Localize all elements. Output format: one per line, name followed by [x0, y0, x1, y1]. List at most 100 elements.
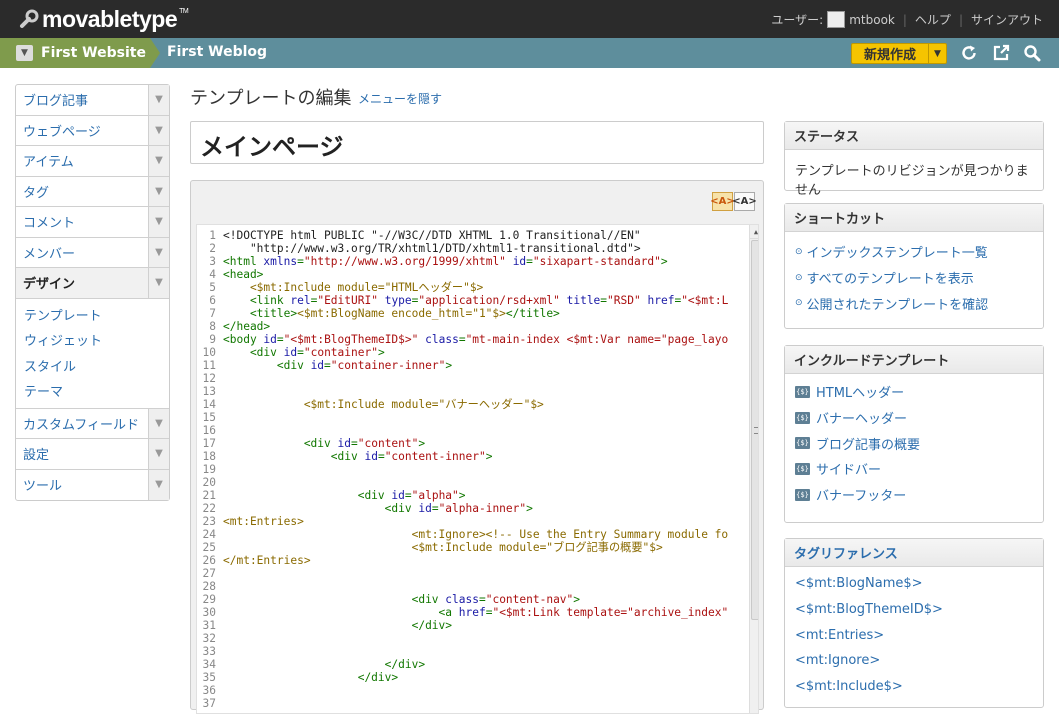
line-number: 21 — [202, 489, 216, 502]
code-token: <div — [223, 593, 446, 606]
scroll-up-icon[interactable]: ▲ — [750, 225, 758, 239]
line-number: 18 — [202, 450, 216, 463]
submenu-item-templates[interactable]: テンプレート — [16, 302, 169, 328]
chevron-down-icon[interactable]: ▼ — [148, 408, 169, 438]
code-line: 16 — [197, 424, 745, 437]
submenu-item-themes[interactable]: テーマ — [16, 378, 169, 404]
help-link[interactable]: ヘルプ — [915, 11, 951, 28]
code-line: 25 <$mt:Include module="ブログ記事の概要"$> — [197, 541, 745, 554]
menu-item-pages[interactable]: ウェブページ ▼ — [16, 115, 169, 146]
menu-label: アイテム — [23, 155, 74, 171]
side-menu: ブログ記事 ▼ ウェブページ ▼ アイテム ▼ タグ ▼ コメント ▼ メンバー ▼ デザイ… — [15, 84, 170, 501]
syntax-highlight-on-button[interactable]: <A> — [710, 192, 735, 211]
syntax-highlight-off-button[interactable]: <A> — [732, 192, 757, 211]
include-template-link[interactable]: {$} サイドバー — [795, 456, 1033, 482]
shortcut-link[interactable]: ⊙ インデックステンプレート一覧 — [795, 239, 1033, 265]
include-template-link[interactable]: {$} バナーヘッダー — [795, 405, 1033, 431]
template-name-input[interactable]: メインページ — [190, 121, 764, 164]
hide-menu-link[interactable]: メニューを隠す — [358, 90, 442, 107]
menu-item-settings[interactable]: 設定 ▼ — [16, 439, 169, 470]
search-icon[interactable] — [1023, 44, 1041, 62]
shortcut-label: 公開されたテンプレートを確認 — [806, 297, 989, 313]
tag-link[interactable]: <mt:Entries> — [795, 622, 1033, 648]
tag-link[interactable]: <$mt:Include$> — [795, 674, 1033, 700]
code-area[interactable]: 1 <!DOCTYPE html PUBLIC "-//W3C//DTD XHTM… — [196, 224, 759, 714]
include-label: バナーヘッダー — [816, 412, 908, 428]
menu-label: ブログ記事 — [23, 94, 89, 110]
menu-item-comments[interactable]: コメント ▼ — [16, 207, 169, 238]
tag-link[interactable]: <$mt:BlogThemeID$> — [795, 597, 1033, 623]
code-token: "content-nav" — [485, 593, 574, 606]
line-number: 16 — [202, 424, 216, 437]
chevron-down-icon[interactable]: ▼ — [148, 439, 169, 469]
username-link[interactable]: mtbook — [849, 13, 895, 27]
code-token: id — [391, 489, 405, 502]
signout-link[interactable]: サインアウト — [971, 11, 1043, 28]
code-token: = — [324, 359, 331, 372]
code-token: "EditURI" — [317, 294, 378, 307]
status-text: テンプレートのリビジョンが見つかりません — [795, 164, 1029, 198]
menu-item-custom-fields[interactable]: カスタムフィールド ▼ — [16, 408, 169, 439]
chevron-down-icon[interactable]: ▼ — [16, 45, 33, 61]
line-number: 3 — [209, 255, 216, 268]
menu-item-tools[interactable]: ツール ▼ — [16, 469, 169, 500]
line-number: 35 — [202, 671, 216, 684]
code-editor: <A> <A> 1 <!DOCTYPE html PUBLIC "-//W3C//… — [190, 180, 764, 714]
submenu-item-styles[interactable]: スタイル — [16, 353, 169, 379]
chevron-down-icon[interactable]: ▼ — [148, 268, 169, 298]
blog-name[interactable]: First Weblog — [167, 44, 267, 60]
shortcut-link[interactable]: ⊙ すべてのテンプレートを表示 — [795, 265, 1033, 291]
scrollbar-thumb[interactable] — [751, 240, 758, 620]
external-link-icon[interactable] — [992, 44, 1010, 62]
code-token: <div — [223, 346, 284, 359]
website-tab[interactable]: ▼ First Website — [0, 38, 150, 68]
code-token: xmlns — [263, 255, 298, 268]
include-template-link[interactable]: {$} HTMLヘッダー — [795, 379, 1033, 405]
chevron-down-icon[interactable]: ▼ — [148, 146, 169, 176]
chevron-down-icon[interactable]: ▼ — [148, 176, 169, 206]
line-number: 15 — [202, 411, 216, 424]
tag-reference-title[interactable]: タグリファレンス — [785, 539, 1043, 567]
code-token: rel — [290, 294, 311, 307]
line-number: 4 — [209, 268, 216, 281]
new-create-button[interactable]: 新規作成 ▼ — [851, 43, 947, 64]
chevron-down-icon[interactable]: ▼ — [148, 115, 169, 145]
code-line: 20 — [197, 476, 745, 489]
menu-item-entries[interactable]: ブログ記事 ▼ — [16, 85, 169, 116]
code-token: <$mt:Include module="HTMLヘッダー"$> — [223, 281, 484, 294]
tag-link[interactable]: <$mt:BlogName$> — [795, 571, 1033, 597]
line-number: 8 — [209, 320, 216, 333]
line-number: 32 — [202, 632, 216, 645]
shortcut-link[interactable]: ⊙ 公開されたテンプレートを確認 — [795, 290, 1033, 316]
line-number: 22 — [202, 502, 216, 515]
code-line: 11 <div id="container-inner"> — [197, 359, 745, 372]
vertical-scrollbar[interactable]: ▲ — [749, 225, 758, 713]
chevron-down-icon[interactable]: ▼ — [148, 469, 169, 500]
chevron-down-icon[interactable]: ▼ — [148, 237, 169, 267]
code-token: <$mt:Include module="バナーヘッダー"$> — [223, 398, 544, 411]
menu-item-design[interactable]: デザイン ▼ — [16, 268, 169, 299]
submenu-item-widgets[interactable]: ウィジェット — [16, 327, 169, 353]
code-line: 36 — [197, 684, 745, 697]
code-line: 22 <div id="alpha-inner"> — [197, 502, 745, 515]
code-token: > — [418, 437, 426, 450]
menu-item-assets[interactable]: アイテム ▼ — [16, 146, 169, 177]
refresh-icon[interactable] — [960, 44, 978, 62]
code-token: "<$mt:BlogThemeID$>" — [283, 333, 419, 346]
line-number: 6 — [209, 294, 216, 307]
movabletype-logo[interactable]: movabletype TM — [18, 6, 189, 32]
code-line: 6 <link rel="EditURI" type="application/… — [197, 294, 745, 307]
chevron-down-icon[interactable]: ▼ — [928, 44, 946, 63]
tag-link[interactable]: <mt:Ignore> — [795, 648, 1033, 674]
line-number: 31 — [202, 619, 216, 632]
menu-item-tags[interactable]: タグ ▼ — [16, 176, 169, 207]
menu-item-members[interactable]: メンバー ▼ — [16, 237, 169, 268]
chevron-down-icon[interactable]: ▼ — [148, 207, 169, 237]
include-template-link[interactable]: {$} バナーフッター — [795, 482, 1033, 508]
line-number: 23 — [202, 515, 216, 528]
line-number: 2 — [209, 242, 216, 255]
chevron-down-icon[interactable]: ▼ — [148, 85, 169, 115]
include-template-link[interactable]: {$} ブログ記事の概要 — [795, 430, 1033, 456]
code-token: <!DOCTYPE html PUBLIC "-//W3C//DTD XHTML… — [223, 229, 641, 242]
line-number: 11 — [202, 359, 216, 372]
